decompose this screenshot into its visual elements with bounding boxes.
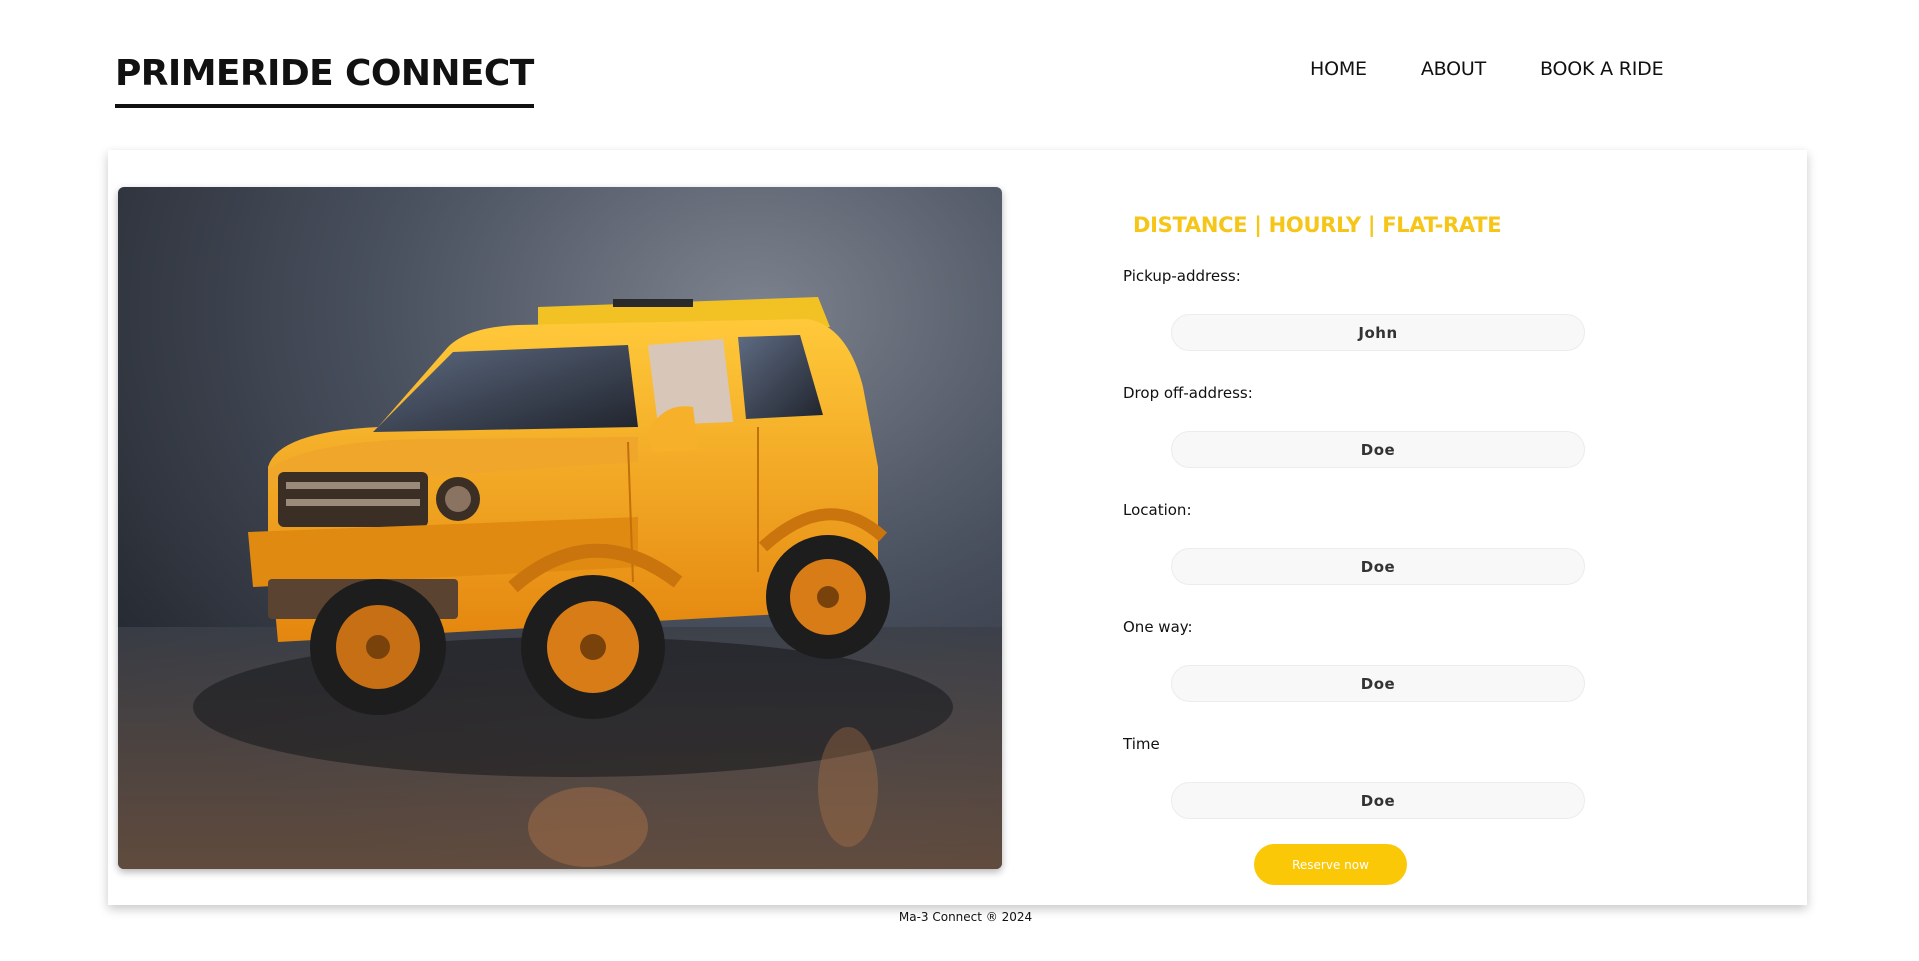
main-navigation: HOME ABOUT BOOK A RIDE <box>1310 58 1664 80</box>
one-way-label: One way: <box>1123 618 1193 636</box>
pickup-address-label: Pickup-address: <box>1123 267 1241 285</box>
time-label: Time <box>1123 735 1160 753</box>
time-input[interactable] <box>1171 782 1585 819</box>
nav-about-link[interactable]: ABOUT <box>1421 58 1486 80</box>
dropoff-address-label: Drop off-address: <box>1123 384 1253 402</box>
one-way-input[interactable] <box>1171 665 1585 702</box>
suv-hero-image <box>118 187 1002 869</box>
pricing-modes-heading: DISTANCE | HOURLY | FLAT-RATE <box>1133 213 1502 237</box>
reserve-now-button[interactable]: Reserve now <box>1254 844 1407 885</box>
pickup-address-input[interactable] <box>1171 314 1585 351</box>
site-logo-title: PRIMERIDE CONNECT <box>115 50 534 108</box>
nav-home-link[interactable]: HOME <box>1310 58 1367 80</box>
location-label: Location: <box>1123 501 1192 519</box>
location-input[interactable] <box>1171 548 1585 585</box>
nav-book-a-ride-link[interactable]: BOOK A RIDE <box>1540 58 1664 80</box>
footer-copyright: Ma-3 Connect ® 2024 <box>898 910 1033 924</box>
dropoff-address-input[interactable] <box>1171 431 1585 468</box>
